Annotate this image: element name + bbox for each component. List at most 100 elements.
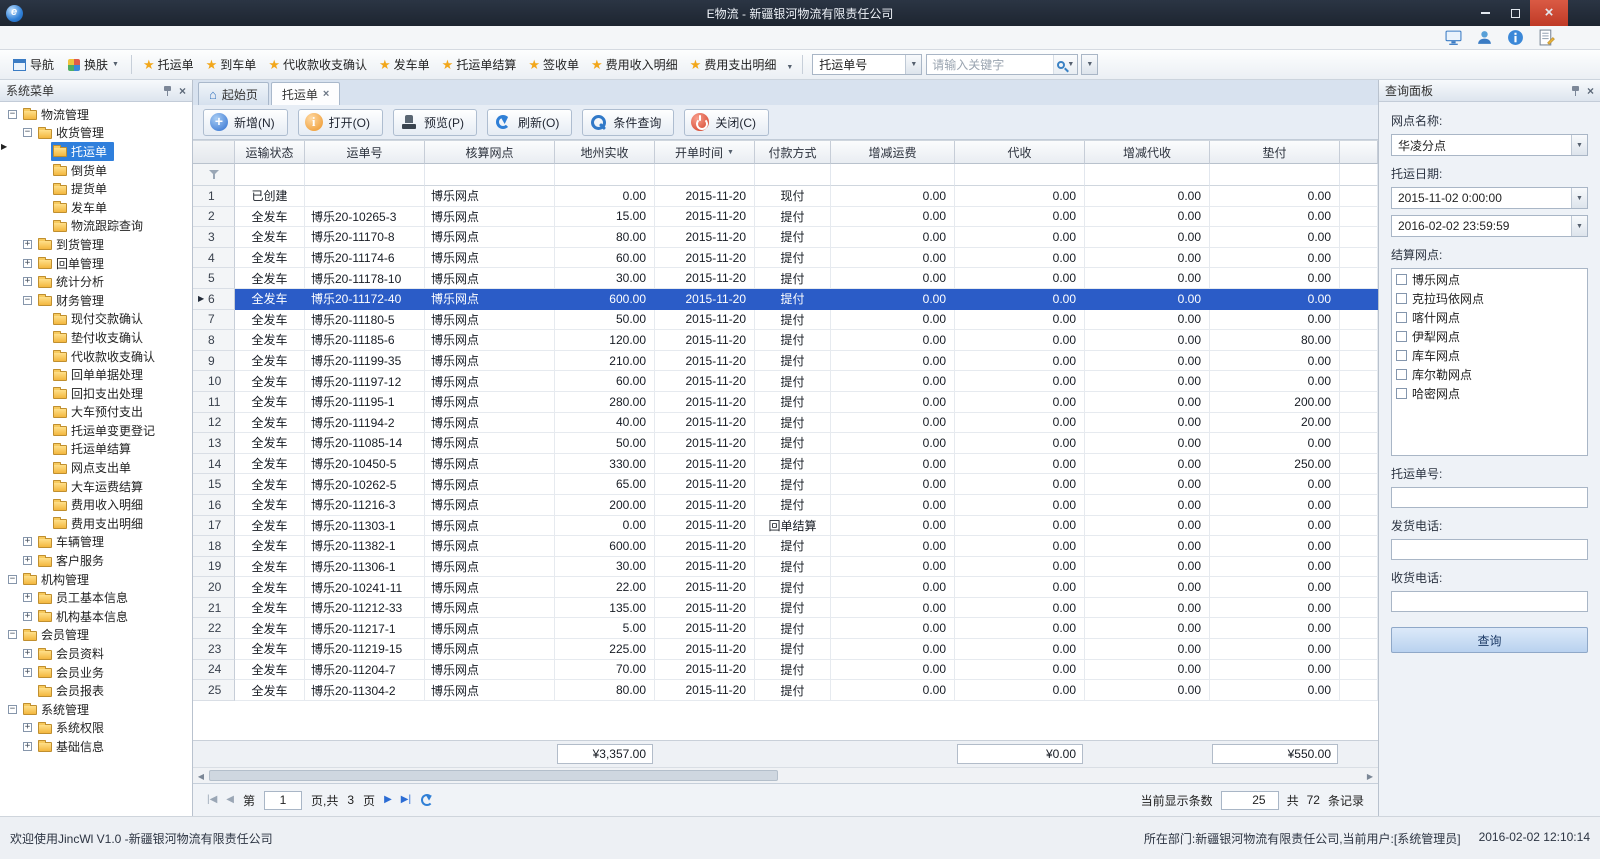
filter-cell[interactable] [755,164,831,186]
table-row[interactable]: 14 全发车 博乐20-10450-5 博乐网点 330.00 2015-11-… [193,454,1378,475]
scrollbar-thumb[interactable] [209,770,778,781]
favorite-shortcut[interactable]: 发车单 [373,53,436,76]
tree-node[interactable]: − 财务管理 [0,291,192,310]
menu-item[interactable] [0,26,20,49]
expander-icon[interactable]: + [23,277,32,286]
table-row[interactable]: 11 全发车 博乐20-11195-1 博乐网点 280.00 2015-11-… [193,392,1378,413]
date-to-picker[interactable]: 2016-02-02 23:59:59 [1391,215,1588,237]
next-page-button[interactable] [384,795,392,805]
combo-dropdown-button[interactable] [1571,216,1587,236]
tree-node[interactable]: 大车预付支出 [0,403,192,422]
checkbox[interactable] [1396,369,1407,380]
horizontal-scrollbar[interactable] [193,767,1378,783]
filter-cell[interactable] [955,164,1085,186]
filter-cell[interactable] [1085,164,1210,186]
tree-node[interactable]: 网点支出单 [0,458,192,477]
table-row[interactable]: 25 全发车 博乐20-11304-2 博乐网点 80.00 2015-11-2… [193,680,1378,701]
favorite-shortcut[interactable]: 签收单 [522,53,585,76]
settle-node-option[interactable]: 博乐网点 [1393,270,1586,289]
settle-node-option[interactable]: 克拉玛依网点 [1393,289,1586,308]
tree-node[interactable]: + 到货管理 [0,235,192,254]
tree-node[interactable]: 会员报表 [0,681,192,700]
expander-icon[interactable]: + [23,612,32,621]
action-button[interactable]: 预览(P) [393,109,477,136]
tree-node[interactable]: + 统计分析 [0,272,192,291]
menu-item[interactable] [60,26,80,49]
filter-cell[interactable] [555,164,655,186]
table-row[interactable]: 6 全发车 博乐20-11172-40 博乐网点 600.00 2015-11-… [193,289,1378,310]
favorite-shortcut[interactable]: 托运单结算 [436,53,523,76]
tree-node[interactable]: 费用收入明细 [0,495,192,514]
tree-node[interactable]: + 会员业务 [0,663,192,682]
tree-node[interactable]: − 机构管理 [0,570,192,589]
expander-icon[interactable]: + [23,537,32,546]
pin-icon[interactable] [163,85,172,96]
column-header[interactable]: 运输状态 [235,141,305,164]
column-header[interactable]: 地州实收 [555,141,655,164]
prev-page-button[interactable] [226,795,234,805]
table-row[interactable]: 9 全发车 博乐20-11199-35 博乐网点 210.00 2015-11-… [193,351,1378,372]
refresh-list-icon[interactable] [420,793,434,807]
combo-dropdown-button[interactable] [905,55,921,74]
favorite-shortcut[interactable]: 代收款收支确认 [262,53,373,76]
minimize-button[interactable] [1470,0,1500,26]
filter-cell[interactable] [425,164,555,186]
expander-icon[interactable]: − [8,575,17,584]
tree-node[interactable]: + 基础信息 [0,737,192,756]
tree-node[interactable]: 垫付收支确认 [0,328,192,347]
tree-node[interactable]: − 系统管理 [0,700,192,719]
close-panel-icon[interactable] [179,85,186,97]
table-row[interactable]: 4 全发车 博乐20-11174-6 博乐网点 60.00 2015-11-20… [193,248,1378,269]
table-row[interactable]: 2 全发车 博乐20-10265-3 博乐网点 15.00 2015-11-20… [193,207,1378,228]
table-row[interactable]: 8 全发车 博乐20-11185-6 博乐网点 120.00 2015-11-2… [193,330,1378,351]
scroll-right-icon[interactable] [1364,770,1376,782]
expander-icon[interactable]: − [8,110,17,119]
expander-icon[interactable]: + [23,593,32,602]
tree-node[interactable]: + 系统权限 [0,719,192,738]
tree-node[interactable]: + 机构基本信息 [0,607,192,626]
column-header[interactable]: 运单号 [305,141,425,164]
filter-cell[interactable] [305,164,425,186]
action-button[interactable]: 刷新(O) [487,109,572,136]
expander-icon[interactable]: + [23,556,32,565]
first-page-button[interactable] [207,795,217,805]
column-header[interactable]: 代收 [955,141,1085,164]
tree-node[interactable]: 托运单变更登记 [0,421,192,440]
table-row[interactable]: 10 全发车 博乐20-11197-12 博乐网点 60.00 2015-11-… [193,371,1378,392]
checkbox[interactable] [1396,350,1407,361]
menu-item[interactable] [100,26,120,49]
settle-node-option[interactable]: 伊犁网点 [1393,327,1586,346]
table-row[interactable]: 22 全发车 博乐20-11217-1 博乐网点 5.00 2015-11-20… [193,618,1378,639]
action-button[interactable]: 条件查询 [582,109,674,136]
menu-item[interactable] [80,26,100,49]
menu-item[interactable] [20,26,40,49]
edit-note-icon[interactable] [1538,29,1555,46]
close-button[interactable] [1530,0,1568,26]
table-row[interactable]: 18 全发车 博乐20-11382-1 博乐网点 600.00 2015-11-… [193,536,1378,557]
expander-icon[interactable]: + [23,742,32,751]
tree-node[interactable]: 现付交款确认 [0,310,192,329]
favorite-shortcut[interactable]: 托运单 [137,53,200,76]
filter-cell[interactable] [1210,164,1340,186]
action-button[interactable]: 新增(N) [203,109,288,136]
table-row[interactable]: 1 已创建 博乐网点 0.00 2015-11-20 现付 0.00 0.00 … [193,186,1378,207]
info-icon[interactable] [1507,29,1524,46]
table-row[interactable]: 17 全发车 博乐20-11303-1 博乐网点 0.00 2015-11-20… [193,516,1378,537]
tree-node[interactable]: 物流跟踪查询 [0,217,192,236]
table-row[interactable]: 21 全发车 博乐20-11212-33 博乐网点 135.00 2015-11… [193,598,1378,619]
tree-node[interactable]: 提货单 [0,179,192,198]
search-options-button[interactable] [1081,54,1098,75]
expander-icon[interactable]: + [23,240,32,249]
expander-icon[interactable]: − [8,630,17,639]
tree-node[interactable]: − 收货管理 [0,124,192,143]
action-button[interactable]: 关闭(C) [684,109,769,136]
column-header[interactable]: 垫付 [1210,141,1340,164]
tree-node[interactable]: 托运单结算 [0,440,192,459]
table-row[interactable]: 12 全发车 博乐20-11194-2 博乐网点 40.00 2015-11-2… [193,413,1378,434]
settle-node-option[interactable]: 库车网点 [1393,346,1586,365]
table-row[interactable]: 19 全发车 博乐20-11306-1 博乐网点 30.00 2015-11-2… [193,557,1378,578]
table-row[interactable]: 3 全发车 博乐20-11170-8 博乐网点 80.00 2015-11-20… [193,227,1378,248]
expander-icon[interactable]: + [23,723,32,732]
menu-item[interactable] [120,26,140,49]
combo-dropdown-button[interactable] [1571,135,1587,155]
